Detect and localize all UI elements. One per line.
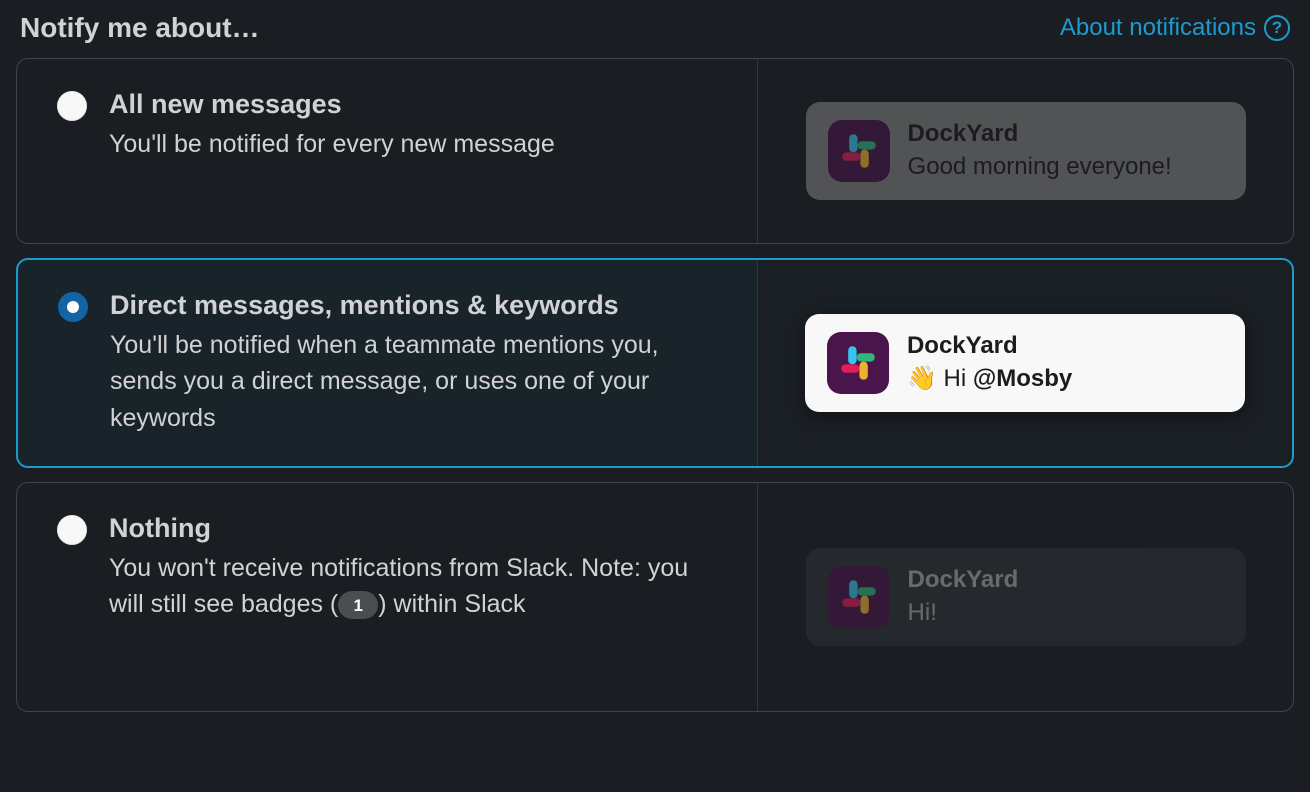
radio-dm[interactable]	[58, 292, 88, 322]
notification-sender: DockYard	[908, 120, 1224, 149]
slack-icon	[828, 566, 890, 628]
option-text: Nothing You won't receive notifications …	[109, 513, 721, 623]
option-preview-pane: DockYard Good morning everyone!	[757, 59, 1293, 243]
notification-preview: DockYard Good morning everyone!	[806, 102, 1246, 200]
option-left: All new messages You'll be notified for …	[17, 59, 757, 243]
option-left: Direct messages, mentions & keywords You…	[18, 260, 757, 466]
slack-logo-icon	[838, 130, 880, 172]
option-nothing[interactable]: Nothing You won't receive notifications …	[16, 482, 1294, 712]
option-desc: You'll be notified when a teammate menti…	[110, 327, 721, 436]
option-preview-pane: DockYard Hi!	[757, 483, 1293, 711]
notification-body: DockYard 👋 Hi @Mosby	[907, 332, 1223, 394]
notification-sender: DockYard	[908, 566, 1224, 595]
mention: @Mosby	[973, 365, 1072, 392]
notification-preview: DockYard Hi!	[806, 548, 1246, 646]
option-all-new-messages[interactable]: All new messages You'll be notified for …	[16, 58, 1294, 244]
about-link-text: About notifications	[1060, 14, 1256, 42]
option-preview-pane: DockYard 👋 Hi @Mosby	[757, 260, 1292, 466]
option-left: Nothing You won't receive notifications …	[17, 483, 757, 711]
notification-message: 👋 Hi @Mosby	[907, 363, 1223, 394]
slack-logo-icon	[837, 342, 879, 384]
option-direct-messages[interactable]: Direct messages, mentions & keywords You…	[16, 258, 1294, 468]
section-header: Notify me about… About notifications ?	[16, 12, 1294, 44]
slack-logo-icon	[838, 576, 880, 618]
option-title: All new messages	[109, 89, 721, 120]
notification-body: DockYard Hi!	[908, 566, 1224, 628]
wave-prefix: 👋 Hi	[907, 365, 973, 392]
notification-message: Hi!	[908, 597, 1224, 628]
notification-preview: DockYard 👋 Hi @Mosby	[805, 314, 1245, 412]
option-desc: You won't receive notifications from Sla…	[109, 550, 721, 623]
badge-count: 1	[338, 591, 378, 619]
desc-suffix: ) within Slack	[378, 590, 525, 618]
option-desc: You'll be notified for every new message	[109, 126, 721, 162]
notification-body: DockYard Good morning everyone!	[908, 120, 1224, 182]
option-text: Direct messages, mentions & keywords You…	[110, 290, 721, 436]
section-title: Notify me about…	[20, 12, 260, 44]
slack-icon	[828, 120, 890, 182]
radio-all[interactable]	[57, 91, 87, 121]
notification-message: Good morning everyone!	[908, 151, 1224, 182]
option-title: Nothing	[109, 513, 721, 544]
help-icon: ?	[1264, 15, 1290, 41]
about-notifications-link[interactable]: About notifications ?	[1060, 14, 1290, 42]
notification-sender: DockYard	[907, 332, 1223, 361]
option-text: All new messages You'll be notified for …	[109, 89, 721, 162]
slack-icon	[827, 332, 889, 394]
option-title: Direct messages, mentions & keywords	[110, 290, 721, 321]
radio-nothing[interactable]	[57, 515, 87, 545]
